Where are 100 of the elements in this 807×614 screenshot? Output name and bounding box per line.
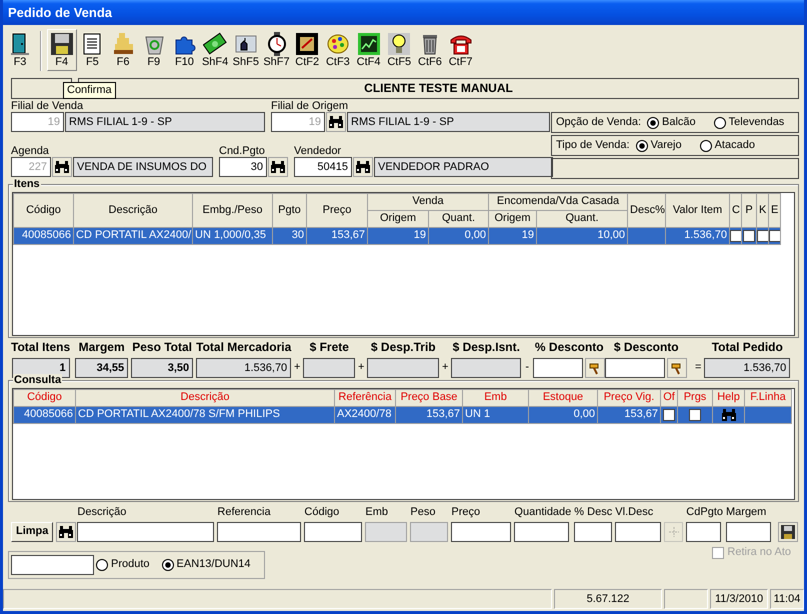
field-label: % Desc [574, 506, 612, 518]
toolbar-button[interactable]: CtF4 [354, 29, 384, 71]
search-button[interactable] [268, 157, 288, 177]
binoculars-icon [58, 525, 74, 539]
status-text: 11/3/2010 [710, 589, 768, 609]
column-header: Código [14, 390, 76, 406]
apply-button[interactable] [667, 358, 688, 378]
toolbar-button[interactable]: F9 [138, 29, 169, 71]
checkbox[interactable] [758, 230, 768, 242]
column-header: Of [660, 390, 678, 406]
field-label: Total Pedido [712, 340, 783, 354]
search-button[interactable] [52, 157, 72, 177]
input-field[interactable] [615, 522, 662, 542]
radio-button[interactable] [162, 559, 174, 571]
field-label: % Desconto [534, 340, 604, 354]
search-field[interactable] [11, 555, 94, 575]
search-button[interactable] [353, 157, 373, 177]
table-cell: UN 1,000/0,35 [192, 228, 272, 244]
clear-button[interactable]: Limpa [11, 522, 54, 542]
operator-sign: + [441, 360, 450, 375]
input-field[interactable] [514, 522, 570, 542]
operator-sign: - [524, 360, 530, 375]
table-cell: AX2400/78 [334, 406, 396, 424]
column-header: Origem [368, 210, 428, 228]
column-header: Prgs [678, 390, 712, 406]
toolbar-button[interactable]: CtF5 [384, 29, 414, 71]
toolbar-button[interactable]: ShF5 [230, 29, 261, 71]
radio-button[interactable] [636, 140, 648, 152]
crosshair-icon [668, 526, 680, 538]
column-header: Descrição [76, 390, 334, 406]
framed-picture-icon [295, 32, 320, 56]
table-row[interactable]: 40085066 CD PORTATIL AX2400/78 S/FM PHILIPS AX2400/78 153,67 UN 1 0,00 153,67 [14, 406, 792, 424]
name-field: VENDA DE INSUMOS DO [73, 157, 213, 177]
column-header: Venda [368, 194, 489, 210]
column-header: Valor Item [666, 194, 730, 228]
toolbar-button[interactable]: CtF7 [446, 29, 476, 71]
radio-option[interactable]: Televendas [714, 116, 784, 130]
input-field[interactable] [726, 522, 771, 542]
input-field[interactable] [605, 358, 666, 378]
toolbar-button[interactable]: F4 [46, 29, 77, 71]
toolbar-button[interactable]: F3 [5, 29, 35, 71]
operator-sign: + [293, 360, 302, 375]
radio-option[interactable]: Balcão [647, 116, 696, 130]
column-header: Pgto [272, 194, 306, 228]
input-field[interactable] [533, 358, 584, 378]
toolbar-button[interactable]: ShF7 [262, 29, 292, 71]
checkbox[interactable] [730, 230, 741, 242]
input-field[interactable] [217, 522, 302, 542]
save-button[interactable] [778, 522, 798, 542]
field-label: Filial de Origem [271, 100, 350, 112]
radio-button[interactable] [96, 559, 108, 571]
table-cell: 40085066 [14, 228, 74, 244]
radio-option[interactable]: Produto [96, 558, 150, 572]
code-field[interactable]: 30 [219, 157, 267, 177]
toolbar-button[interactable]: F6 [108, 29, 138, 71]
table-cell: 40085066 [14, 406, 76, 424]
field-label: Vl.Desc [615, 506, 654, 518]
search-button[interactable] [326, 112, 346, 132]
operator-sign: = [694, 360, 702, 375]
column-header: Preço Vig. [598, 390, 660, 406]
name-field: RMS FILIAL 1-9 - SP [65, 112, 265, 132]
radio-button[interactable] [700, 140, 712, 152]
code-field[interactable]: 50415 [294, 157, 352, 177]
radio-option[interactable]: Atacado [700, 138, 755, 152]
input-field[interactable] [77, 522, 214, 542]
table-cell: 19 [368, 228, 428, 244]
field-label: Referencia [217, 506, 272, 518]
toolbar-button[interactable]: CtF3 [322, 29, 353, 71]
door-icon [8, 32, 32, 56]
input-field[interactable] [686, 522, 722, 542]
column-header: Preço Base [396, 390, 462, 406]
toolbar-button[interactable]: F10 [169, 29, 200, 71]
toolbar-button[interactable]: ShF4 [200, 29, 230, 71]
checkbox[interactable] [743, 230, 756, 242]
field-label: Vendedor [294, 145, 342, 157]
table-cell: 10,00 [536, 228, 628, 244]
checkbox[interactable] [689, 408, 701, 420]
field-label: $ Frete [310, 340, 349, 354]
table-cell: CD PORTATIL AX2400/ [74, 228, 192, 244]
input-field[interactable] [304, 522, 362, 542]
input-field[interactable] [451, 522, 512, 542]
table-cell: 153,67 [396, 406, 462, 424]
radio-button[interactable] [714, 116, 726, 128]
radio-option[interactable]: EAN13/DUN14 [162, 558, 251, 572]
search-button[interactable] [56, 522, 76, 542]
table-cell: 153,67 [306, 228, 368, 244]
table-cell: CD PORTATIL AX2400/78 S/FM PHILIPS [76, 406, 334, 424]
checkbox[interactable] [770, 230, 780, 242]
toolbar-button[interactable]: CtF2 [292, 29, 322, 71]
radio-option[interactable]: Varejo [636, 138, 682, 152]
toolbar-button[interactable]: F5 [77, 29, 108, 71]
operator-sign: + [357, 360, 366, 375]
table-row[interactable]: 40085066 CD PORTATIL AX2400/ UN 1,000/0,35 30 153,67 19 0,00 19 10,00 1.536,70 [14, 228, 781, 244]
binoculars-icon [355, 160, 371, 174]
apply-button[interactable] [585, 358, 606, 378]
field-label: Margem [78, 340, 125, 354]
checkbox[interactable] [663, 408, 675, 420]
input-field[interactable] [574, 522, 612, 542]
toolbar-button[interactable]: CtF6 [414, 29, 445, 71]
radio-button[interactable] [647, 116, 660, 128]
